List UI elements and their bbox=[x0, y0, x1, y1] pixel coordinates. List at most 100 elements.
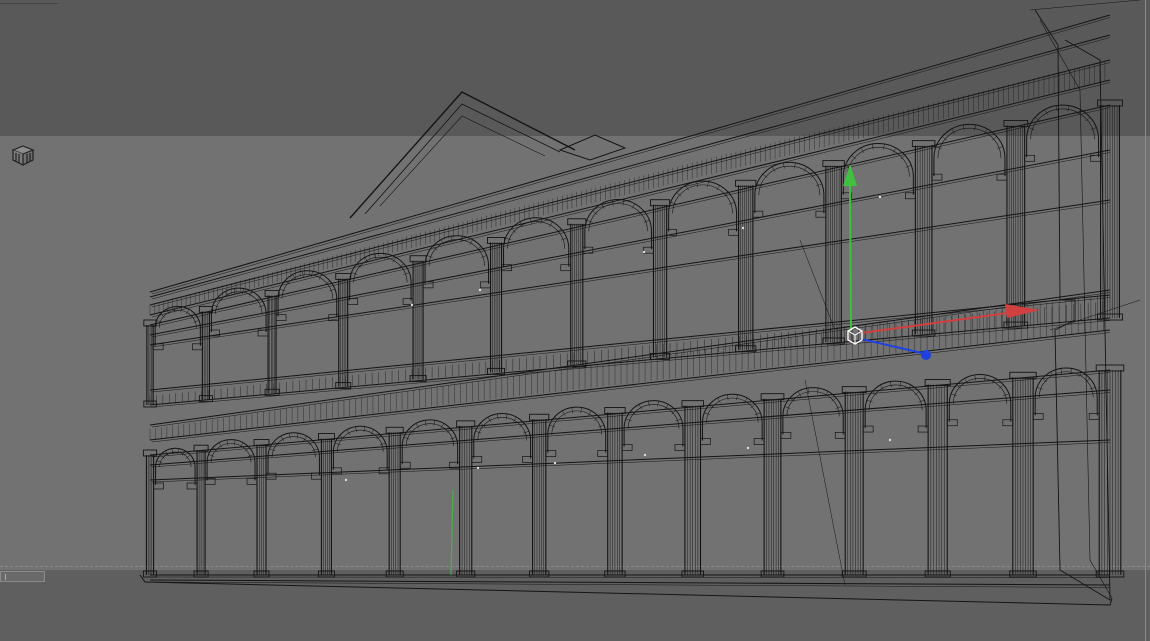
lower-voussoir bbox=[974, 374, 976, 381]
model-vertex bbox=[478, 288, 482, 292]
upper-voussoir bbox=[426, 255, 433, 258]
lower-voussoir bbox=[984, 374, 986, 381]
upper-voussoir bbox=[351, 272, 358, 275]
lower-voussoir bbox=[598, 424, 605, 428]
lower-voussoir bbox=[625, 418, 632, 422]
model-vertex bbox=[888, 438, 892, 442]
upper-voussoir bbox=[480, 255, 487, 258]
lower-column-base bbox=[317, 570, 335, 578]
upper-arch-inner bbox=[672, 184, 733, 214]
upper-voussoir bbox=[193, 320, 200, 323]
upper-voussoir bbox=[783, 162, 785, 169]
model-vertex bbox=[878, 195, 882, 199]
upper-voussoir bbox=[329, 288, 336, 292]
lower-voussoir bbox=[1089, 387, 1096, 390]
upper-arch bbox=[933, 123, 1006, 177]
perspective-edge bbox=[799, 239, 836, 331]
model-rail-roofTop-b bbox=[151, 17, 1111, 295]
lower-voussoir bbox=[951, 393, 957, 396]
perspective-edge bbox=[1029, 0, 1141, 11]
model-rail-midCornTop-b bbox=[151, 292, 1111, 428]
lower-voussoir bbox=[450, 436, 457, 440]
lower-voussoir bbox=[549, 424, 556, 428]
upper-voussoir bbox=[530, 218, 532, 224]
model-rail-roofTop bbox=[149, 14, 1111, 293]
upper-voussoir bbox=[707, 181, 709, 188]
model-rail-roofMid bbox=[149, 34, 1111, 298]
upper-voussoir bbox=[242, 288, 244, 295]
upper-voussoir bbox=[1067, 105, 1070, 112]
lower-voussoir bbox=[269, 448, 276, 452]
view-cube-icon[interactable] bbox=[10, 144, 36, 168]
model-pediment bbox=[349, 91, 576, 219]
model-vertex bbox=[553, 461, 557, 465]
model-rail-baseLow bbox=[149, 579, 1111, 586]
lower-voussoir bbox=[899, 381, 902, 388]
upper-voussoir bbox=[156, 320, 163, 323]
lower-voussoir bbox=[505, 413, 508, 420]
lower-voussoir bbox=[704, 412, 711, 415]
upper-voussoir bbox=[403, 272, 410, 275]
model-rail-balTop bbox=[149, 294, 1111, 391]
upper-voussoir bbox=[670, 202, 677, 205]
lower-voussoir bbox=[754, 412, 761, 415]
lower-voussoir bbox=[312, 448, 318, 452]
upper-voussoir bbox=[233, 288, 236, 295]
gizmo-y-guide bbox=[450, 489, 454, 576]
upper-voussoir bbox=[794, 162, 796, 169]
lower-voussoir bbox=[475, 430, 482, 434]
upper-voussoir bbox=[279, 288, 286, 292]
model-rail-upperSpring bbox=[149, 199, 1111, 346]
lower-voussoir bbox=[208, 454, 215, 457]
model-rail-roofMid-b bbox=[151, 37, 1111, 300]
model-rail-lowerSpring bbox=[149, 439, 1111, 481]
upper-voussoir bbox=[1090, 127, 1097, 130]
upper-arch bbox=[210, 287, 267, 332]
3d-viewport[interactable] bbox=[0, 0, 1150, 641]
upper-arch bbox=[842, 143, 914, 195]
lower-voussoir bbox=[424, 420, 427, 426]
upper-voussoir bbox=[1056, 105, 1058, 112]
lower-voussoir bbox=[675, 418, 682, 422]
lower-voussoir bbox=[379, 442, 386, 446]
model-rail-lowerSpring-b bbox=[151, 442, 1111, 483]
lower-voussoir bbox=[289, 433, 291, 439]
model-rail-upperCap bbox=[149, 104, 1111, 326]
upper-arch-inner bbox=[1030, 108, 1095, 140]
upper-voussoir bbox=[643, 220, 650, 223]
upper-voussoir bbox=[963, 124, 965, 131]
lower-voussoir bbox=[736, 394, 738, 401]
lower-arch-inner bbox=[159, 451, 192, 467]
lower-voussoir bbox=[355, 426, 357, 433]
upper-voussoir bbox=[384, 253, 386, 260]
gizmo-y-axis[interactable] bbox=[849, 179, 852, 332]
perspective-edge bbox=[1049, 299, 1141, 331]
model-rail-balBot-b bbox=[151, 320, 1111, 408]
lower-voussoir bbox=[523, 430, 529, 434]
lower-voussoir bbox=[233, 439, 236, 446]
upper-voussoir bbox=[816, 183, 822, 187]
lower-voussoir bbox=[571, 407, 574, 414]
lower-voussoir bbox=[648, 401, 650, 407]
model-pediment-inner-b bbox=[379, 115, 546, 207]
lower-voussoir bbox=[247, 454, 254, 457]
lower-voussoir bbox=[403, 436, 410, 440]
model-rail-lowerArch-b bbox=[151, 392, 1111, 468]
model-vertex bbox=[642, 250, 646, 254]
gizmo-z-handle[interactable] bbox=[921, 350, 931, 360]
lower-voussoir bbox=[496, 413, 499, 420]
gizmo-z-axis[interactable] bbox=[860, 338, 923, 354]
lower-impost bbox=[246, 478, 258, 485]
upper-voussoir bbox=[696, 181, 698, 188]
lower-voussoir bbox=[866, 399, 873, 403]
wireframe-building-model[interactable] bbox=[0, 0, 1150, 641]
gizmo-x-axis[interactable] bbox=[860, 311, 1016, 334]
upper-arch-inner bbox=[937, 127, 1002, 159]
upper-arch bbox=[1026, 104, 1100, 158]
lower-voussoir bbox=[296, 433, 299, 439]
upper-voussoir bbox=[302, 271, 304, 277]
lower-voussoir bbox=[1036, 387, 1043, 390]
scroll-handle-icon[interactable] bbox=[0, 571, 45, 582]
model-rail-cornice bbox=[149, 59, 1111, 306]
model-rail-entabl bbox=[149, 79, 1111, 316]
